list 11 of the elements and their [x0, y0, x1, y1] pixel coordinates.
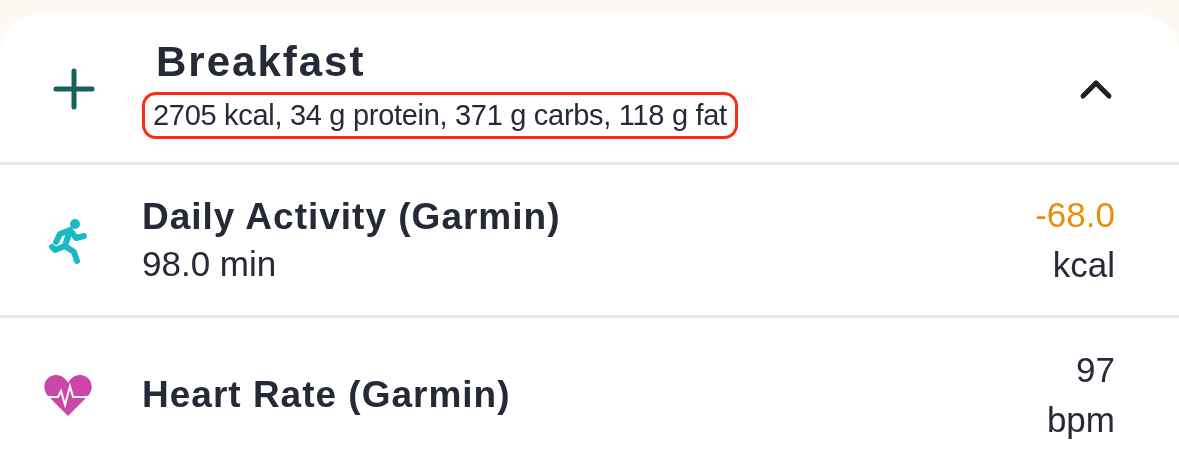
nutrition-summary: 2705 kcal, 34 g protein, 371 g carbs, 118 g fat: [142, 92, 738, 139]
entry-title: Daily Activity (Garmin): [142, 196, 561, 238]
entry-duration: 98.0 min: [142, 244, 277, 284]
entry-title: Heart Rate (Garmin): [142, 373, 511, 416]
meal-title: Breakfast: [156, 38, 366, 86]
chevron-icon[interactable]: [1079, 77, 1113, 100]
entry-value: -68.0: [1035, 195, 1115, 235]
entry-unit: kcal: [1052, 245, 1115, 285]
add-icon[interactable]: [52, 66, 96, 111]
entry-unit: bpm: [1046, 399, 1115, 440]
entry-value: 97: [1076, 349, 1115, 390]
